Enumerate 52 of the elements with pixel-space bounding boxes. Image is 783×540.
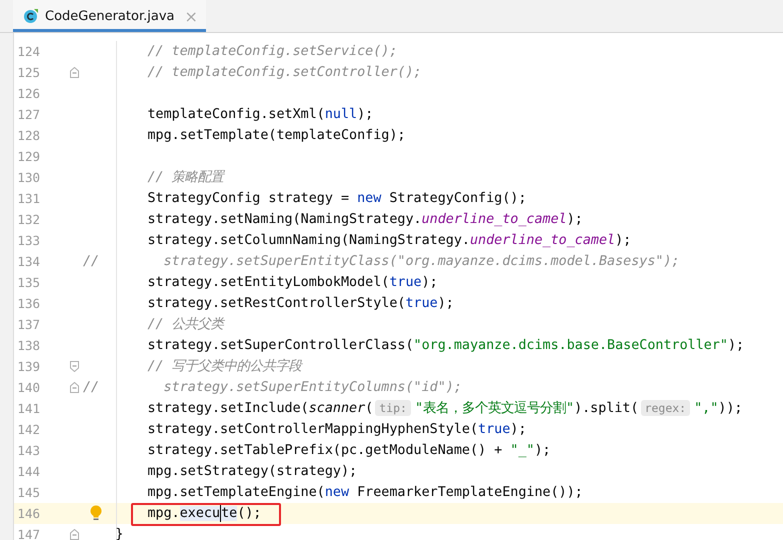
code-line: // templateConfig.setController();: [146, 64, 422, 82]
fold-marker-icon[interactable]: [70, 67, 79, 78]
code-line: StrategyConfig strategy = new StrategyConfig();: [146, 190, 526, 208]
code-line: strategy.setControllerMappingHyphenStyle(true);: [146, 421, 526, 439]
line-number: 136: [16, 296, 41, 311]
code-line: // strategy.setSuperEntityColumns("id");: [83, 379, 462, 397]
fold-marker-icon[interactable]: [70, 361, 79, 372]
line-number: 146: [16, 506, 41, 521]
line-number: 144: [16, 464, 41, 479]
line-number: 139: [16, 359, 41, 374]
code-line: mpg.setTemplate(templateConfig);: [146, 127, 406, 145]
code-line: // templateConfig.setService();: [146, 43, 398, 61]
code-line: mpg.setTemplateEngine(new FreemarkerTemplateEngine());: [146, 484, 583, 502]
line-number: 137: [16, 317, 41, 332]
code-line: strategy.setNaming(NamingStrategy.underline_to_camel);: [146, 211, 583, 229]
code-line: // 策略配置: [146, 169, 224, 187]
code-line: // strategy.setSuperEntityClass("org.mayanze.dcims.model.Basesys");: [83, 253, 680, 271]
line-number: 145: [16, 485, 41, 500]
file-tab[interactable]: CodeGenerator.java ×: [13, 0, 206, 32]
line-number: 143: [16, 443, 41, 458]
line-number: 135: [16, 275, 41, 290]
code-line: strategy.setInclude(scanner( tip: "表名，多个英文逗号分割").split( regex: ","));: [146, 399, 742, 418]
line-number: 147: [16, 527, 41, 540]
line-number: 128: [16, 128, 41, 143]
code-line: strategy.setColumnNaming(NamingStrategy.underline_to_camel);: [146, 232, 632, 250]
line-number: 131: [16, 191, 41, 206]
line-number: 127: [16, 107, 41, 122]
line-number: 133: [16, 233, 41, 248]
line-number: 132: [16, 212, 41, 227]
code-line: strategy.setTablePrefix(pc.getModuleName() + "_");: [146, 442, 551, 460]
fold-marker-icon[interactable]: [70, 382, 79, 393]
code-line: templateConfig.setXml(null);: [146, 106, 374, 124]
fold-marker-icon[interactable]: [70, 529, 79, 540]
class-file-icon: [23, 8, 39, 24]
line-number: 124: [16, 44, 41, 59]
line-number: 125: [16, 65, 41, 80]
line-number: 140: [16, 380, 41, 395]
code-line: strategy.setEntityLombokModel(true);: [146, 274, 438, 292]
line-number: 134: [16, 254, 41, 269]
code-line: strategy.setSuperControllerClass("org.mayanze.dcims.base.BaseController");: [146, 337, 744, 355]
lightbulb-icon[interactable]: [90, 505, 102, 521]
code-line: // 公共父类: [146, 316, 224, 334]
code-line: // 写于父类中的公共字段: [146, 358, 302, 376]
line-number: 138: [16, 338, 41, 353]
code-line: strategy.setRestControllerStyle(true);: [146, 295, 454, 313]
code-line: }: [114, 526, 124, 540]
line-number: 129: [16, 149, 41, 164]
line-number: 126: [16, 86, 41, 101]
line-number: 130: [16, 170, 41, 185]
line-number: 141: [16, 401, 41, 416]
code-line: mpg.setStrategy(strategy);: [146, 463, 358, 481]
line-number: 142: [16, 422, 41, 437]
